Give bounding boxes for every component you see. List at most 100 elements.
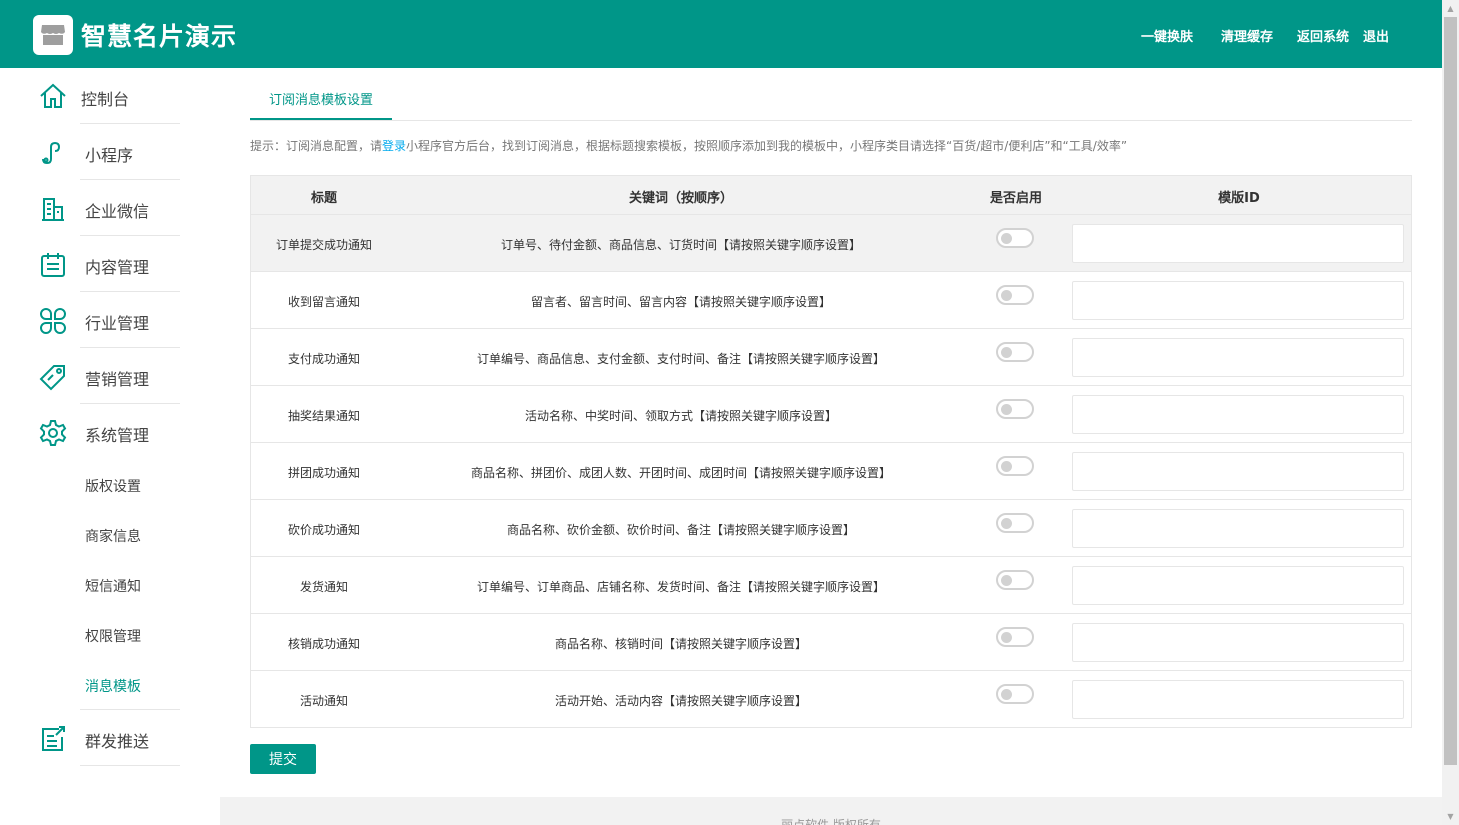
enable-toggle[interactable] [996,684,1034,704]
scroll-thumb[interactable] [1444,17,1457,765]
enable-toggle[interactable] [996,285,1034,305]
table-row: 砍价成功通知 商品名称、砍价金额、砍价时间、备注【请按照关键字顺序设置】 [251,499,1411,556]
tip-prefix: 提示：订阅消息配置，请 [250,139,383,153]
sidebar-item-label: 系统管理 [85,426,150,445]
tab-divider [250,120,1412,121]
scroll-up-icon[interactable]: ▲ [1442,0,1459,17]
vertical-scrollbar[interactable]: ▲ ▼ [1442,0,1459,825]
table-row: 拼团成功通知 商品名称、拼团价、成团人数、开团时间、成团时间【请按照关键字顺序设置… [251,442,1411,499]
row-title: 砍价成功通知 [287,523,360,537]
sidebar-item-dashboard[interactable]: 控制台 [0,68,220,124]
table-row: 发货通知 订单编号、订单商品、店铺名称、发货时间、备注【请按照关键字顺序设置】 [251,556,1411,613]
column-header-enabled: 是否启用 [989,191,1042,206]
sidebar-item-enterprise-wechat[interactable]: 企业微信 [0,180,220,236]
change-skin-link[interactable]: 一键换肤 [1141,26,1193,45]
column-header-template-id: 模版ID [1218,191,1260,206]
column-header-keywords: 关键词（按顺序） [628,191,733,206]
tip-suffix: 小程序官方后台，找到订阅消息，根据标题搜索模板，按照顺序添加到我的模板中，小程序… [406,139,1128,153]
enable-toggle[interactable] [996,228,1034,248]
sidebar-item-content[interactable]: 内容管理 [0,236,220,292]
row-title: 支付成功通知 [287,352,360,366]
enable-toggle[interactable] [996,399,1034,419]
settings-card: 订阅消息模板设置 提示：订阅消息配置，请登录小程序官方后台，找到订阅消息，根据标… [220,68,1442,797]
clipboard-icon [41,253,65,277]
template-id-input[interactable] [1072,452,1404,491]
row-keywords: 订单编号、商品信息、支付金额、支付时间、备注【请按照关键字顺序设置】 [476,352,885,366]
toggle-knob [1001,233,1012,244]
store-logo-icon [33,15,73,55]
row-keywords: 订单编号、订单商品、店铺名称、发货时间、备注【请按照关键字顺序设置】 [476,580,885,594]
table-row: 活动通知 活动开始、活动内容【请按照关键字顺序设置】 [251,670,1411,727]
sidebar-item-label: 控制台 [81,90,130,109]
sidebar-subitem-sms[interactable]: 短信通知 [85,576,141,596]
table-header: 标题 关键词（按顺序） 是否启用 模版ID [251,176,1411,214]
table-row: 收到留言通知 留言者、留言时间、留言内容【请按照关键字顺序设置】 [251,271,1411,328]
row-keywords: 活动名称、中奖时间、领取方式【请按照关键字顺序设置】 [524,409,837,423]
sidebar-item-label: 内容管理 [85,258,150,277]
clear-cache-link[interactable]: 清理缓存 [1221,26,1273,45]
sidebar-item-broadcast[interactable]: 群发推送 [0,710,220,766]
login-link[interactable]: 登录 [382,139,406,153]
sidebar-item-label: 企业微信 [85,202,150,221]
sidebar-item-label: 营销管理 [85,370,150,389]
toggle-knob [1001,575,1012,586]
column-header-title: 标题 [310,191,337,206]
row-keywords: 留言者、留言时间、留言内容【请按照关键字顺序设置】 [530,295,831,309]
template-id-input[interactable] [1072,224,1404,263]
table-row: 支付成功通知 订单编号、商品信息、支付金额、支付时间、备注【请按照关键字顺序设置】 [251,328,1411,385]
table-row: 订单提交成功通知 订单号、待付金额、商品信息、订货时间【请按照关键字顺序设置】 [251,214,1411,271]
submit-button[interactable]: 提交 [250,744,316,774]
row-keywords: 商品名称、砍价金额、砍价时间、备注【请按照关键字顺序设置】 [506,523,855,537]
sidebar-subitem-permission[interactable]: 权限管理 [85,626,141,646]
row-title: 核销成功通知 [287,637,360,651]
template-id-input[interactable] [1072,509,1404,548]
enable-toggle[interactable] [996,513,1034,533]
template-id-input[interactable] [1072,566,1404,605]
sidebar-item-label: 群发推送 [85,732,150,751]
toggle-knob [1001,461,1012,472]
sidebar-item-label: 小程序 [85,146,134,165]
row-keywords: 活动开始、活动内容【请按照关键字顺序设置】 [554,694,807,708]
sidebar-subitem-message-template[interactable]: 消息模板 [85,676,141,696]
scroll-down-icon[interactable]: ▼ [1442,808,1459,825]
toggle-knob [1001,518,1012,529]
template-table: 标题 关键词（按顺序） 是否启用 模版ID 订单提交成功通知 订单号、待付金额、商… [250,175,1412,728]
sidebar-item-marketing[interactable]: 营销管理 [0,348,220,404]
sidebar-item-system[interactable]: 系统管理 [0,404,220,460]
home-icon [40,83,66,108]
row-title: 订单提交成功通知 [275,238,372,252]
tag-icon [39,365,65,391]
toggle-knob [1001,347,1012,358]
sidebar-subitem-merchant[interactable]: 商家信息 [85,526,141,546]
send-list-icon [42,726,65,751]
template-id-input[interactable] [1072,338,1404,377]
sidebar-item-industry[interactable]: 行业管理 [0,292,220,348]
template-id-input[interactable] [1072,623,1404,662]
miniprogram-icon [42,141,61,165]
return-system-link[interactable]: 返回系统 [1297,26,1349,45]
enable-toggle[interactable] [996,342,1034,362]
row-title: 收到留言通知 [287,295,360,309]
toggle-knob [1001,632,1012,643]
toggle-knob [1001,689,1012,700]
row-keywords: 订单号、待付金额、商品信息、订货时间【请按照关键字顺序设置】 [500,238,861,252]
template-id-input[interactable] [1072,281,1404,320]
logout-link[interactable]: 退出 [1363,26,1389,45]
row-title: 抽奖结果通知 [287,409,360,423]
row-keywords: 商品名称、核销时间【请按照关键字顺序设置】 [554,637,807,651]
enable-toggle[interactable] [996,627,1034,647]
grid-icon [40,308,66,334]
divider [80,765,180,766]
row-title: 发货通知 [299,580,348,594]
footer-copyright: 丽点软件 版权所有 [781,818,881,825]
template-id-input[interactable] [1072,395,1404,434]
enable-toggle[interactable] [996,456,1034,476]
top-header: 智慧名片演示 一键换肤 清理缓存 返回系统 退出 [0,0,1442,68]
sidebar-subitem-copyright[interactable]: 版权设置 [85,476,141,496]
tip-text: 提示：订阅消息配置，请登录小程序官方后台，找到订阅消息，根据标题搜索模板，按照顺… [250,137,1127,154]
sidebar-item-miniprogram[interactable]: 小程序 [0,124,220,180]
row-title: 活动通知 [299,694,348,708]
enable-toggle[interactable] [996,570,1034,590]
template-id-input[interactable] [1072,680,1404,719]
tab-subscription-template[interactable]: 订阅消息模板设置 [250,86,392,120]
